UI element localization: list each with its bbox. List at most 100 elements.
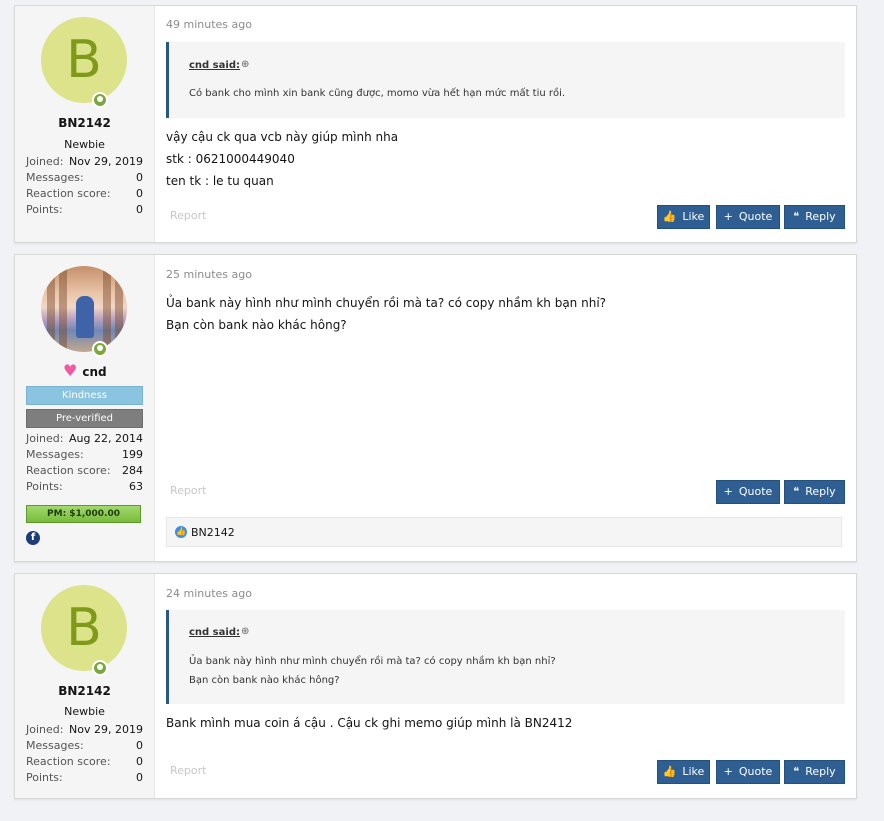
post-timestamp[interactable]: 24 minutes ago <box>166 587 252 600</box>
stat-value: 0 <box>136 755 143 768</box>
stat-value: 0 <box>136 187 143 200</box>
quote-label: Quote <box>738 485 773 498</box>
stat-value: 63 <box>129 480 143 493</box>
stat-label: Points: <box>26 480 63 493</box>
stat-label: Points: <box>26 203 63 216</box>
report-link[interactable]: Report <box>170 484 206 497</box>
quote-marks-icon: ❝ <box>793 765 800 778</box>
username[interactable]: BN2142 <box>15 684 154 698</box>
online-status-icon <box>92 92 108 108</box>
quote-marks-icon: ❝ <box>793 210 800 223</box>
quote-button[interactable]: + Quote <box>716 480 780 504</box>
reply-label: Reply <box>805 765 836 778</box>
quote-label: Quote <box>738 210 773 223</box>
message-line: Ủa bank này hình như mình chuyển rồi mà … <box>166 296 607 310</box>
stat-value: Nov 29, 2019 <box>69 723 143 736</box>
quote-author-link[interactable]: cnd said: <box>189 60 240 71</box>
stat-value: 0 <box>136 739 143 752</box>
quote-label: Quote <box>738 765 773 778</box>
facebook-icon[interactable]: f <box>26 531 40 545</box>
stat-value: Nov 29, 2019 <box>69 155 143 168</box>
stat-label: Reaction score: <box>26 187 111 200</box>
post-body: 25 minutes ago Ủa bank này hình như mình… <box>155 255 856 561</box>
reply-button[interactable]: ❝ Reply <box>784 760 845 784</box>
quote-marks-icon: ❝ <box>793 485 800 498</box>
quote-button[interactable]: + Quote <box>716 760 780 784</box>
user-title: Newbie <box>64 138 105 151</box>
reaction-users[interactable]: BN2142 <box>191 526 235 539</box>
stat-value: 0 <box>136 203 143 216</box>
avatar-photo-detail <box>59 266 67 352</box>
reply-button[interactable]: ❝ Reply <box>784 205 845 229</box>
reactions-bar[interactable]: 👍 BN2142 <box>166 517 842 547</box>
stat-label: Joined: <box>26 432 64 445</box>
stat-joined: Joined: Nov 29, 2019 <box>26 154 143 170</box>
stat-label: Messages: <box>26 171 84 184</box>
reply-button[interactable]: ❝ Reply <box>784 480 845 504</box>
like-button[interactable]: 👍 Like <box>657 760 710 784</box>
quote-line: Có bank cho mình xin bank cũng được, mom… <box>189 88 566 99</box>
quote-line: Ủa bank này hình như mình chuyển rồi mà … <box>189 656 556 667</box>
stat-label: Joined: <box>26 723 64 736</box>
post-3: B BN2142 Newbie Joined: Nov 29, 2019 Mess… <box>14 573 857 799</box>
stat-points: Points: 0 <box>26 770 143 786</box>
stat-points: Points: 63 <box>26 479 143 495</box>
quote-author-link[interactable]: cnd said: <box>189 627 240 638</box>
avatar[interactable]: B <box>41 17 127 103</box>
stat-messages: Messages: 0 <box>26 170 143 186</box>
stat-value: 0 <box>136 171 143 184</box>
stat-value: 284 <box>122 464 143 477</box>
post-timestamp[interactable]: 49 minutes ago <box>166 18 252 31</box>
report-link[interactable]: Report <box>170 209 206 222</box>
stat-reaction-score: Reaction score: 284 <box>26 463 143 479</box>
avatar-photo-detail <box>103 266 111 352</box>
message-line: Bank mình mua coin á cậu . Cậu ck ghi me… <box>166 716 573 730</box>
stat-messages: Messages: 199 <box>26 447 143 463</box>
user-info: B BN2142 Newbie Joined: Nov 29, 2019 Mess… <box>15 6 155 242</box>
stat-label: Points: <box>26 771 63 784</box>
stat-joined: Joined: Nov 29, 2019 <box>26 722 143 738</box>
username[interactable]: cnd <box>25 365 164 379</box>
online-status-icon <box>92 341 108 357</box>
user-info: B BN2142 Newbie Joined: Nov 29, 2019 Mess… <box>15 574 155 798</box>
quote-block: cnd said: ⊕ Có bank cho mình xin bank cũ… <box>166 42 845 118</box>
quote-block: cnd said: ⊕ Ủa bank này hình như mình ch… <box>166 610 845 704</box>
avatar[interactable]: B <box>41 585 127 671</box>
message-line: Bạn còn bank nào khác hông? <box>166 318 347 332</box>
avatar-photo-detail <box>115 266 123 352</box>
message-line: ten tk : le tu quan <box>166 174 274 188</box>
stat-messages: Messages: 0 <box>26 738 143 754</box>
stat-label: Messages: <box>26 739 84 752</box>
stat-value: 199 <box>122 448 143 461</box>
post-body: 49 minutes ago cnd said: ⊕ Có bank cho m… <box>155 6 856 242</box>
avatar[interactable] <box>41 266 127 352</box>
message-line: stk : 0621000449040 <box>166 152 295 166</box>
like-label: Like <box>682 765 705 778</box>
report-link[interactable]: Report <box>170 764 206 777</box>
stat-points: Points: 0 <box>26 202 143 218</box>
pm-balance-badge: PM: $1,000.00 <box>26 505 141 523</box>
jump-to-quote-icon[interactable]: ⊕ <box>241 626 249 637</box>
quote-button[interactable]: + Quote <box>716 205 780 229</box>
plus-icon: + <box>723 485 733 498</box>
like-label: Like <box>682 210 705 223</box>
plus-icon: + <box>723 765 733 778</box>
user-info: ♥ cnd Kindness Pre-verified Joined: Aug 2… <box>15 255 155 561</box>
stat-reaction-score: Reaction score: 0 <box>26 754 143 770</box>
username[interactable]: BN2142 <box>15 116 154 130</box>
post-timestamp[interactable]: 25 minutes ago <box>166 268 252 281</box>
jump-to-quote-icon[interactable]: ⊕ <box>241 59 249 70</box>
stat-value: Aug 22, 2014 <box>69 432 143 445</box>
user-banner-pre-verified: Pre-verified <box>26 409 143 428</box>
user-banner-kindness: Kindness <box>26 386 143 405</box>
stat-label: Joined: <box>26 155 64 168</box>
post-body: 24 minutes ago cnd said: ⊕ Ủa bank này h… <box>155 574 856 798</box>
quote-line: Bạn còn bank nào khác hông? <box>189 675 340 686</box>
thumbs-up-icon: 👍 <box>662 210 677 223</box>
stat-label: Reaction score: <box>26 755 111 768</box>
like-button[interactable]: 👍 Like <box>657 205 710 229</box>
post-1: B BN2142 Newbie Joined: Nov 29, 2019 Mess… <box>14 5 857 243</box>
like-reaction-icon: 👍 <box>175 526 187 538</box>
message-line: vậy cậu ck qua vcb này giúp mình nha <box>166 130 399 144</box>
post-2: ♥ cnd Kindness Pre-verified Joined: Aug 2… <box>14 254 857 562</box>
